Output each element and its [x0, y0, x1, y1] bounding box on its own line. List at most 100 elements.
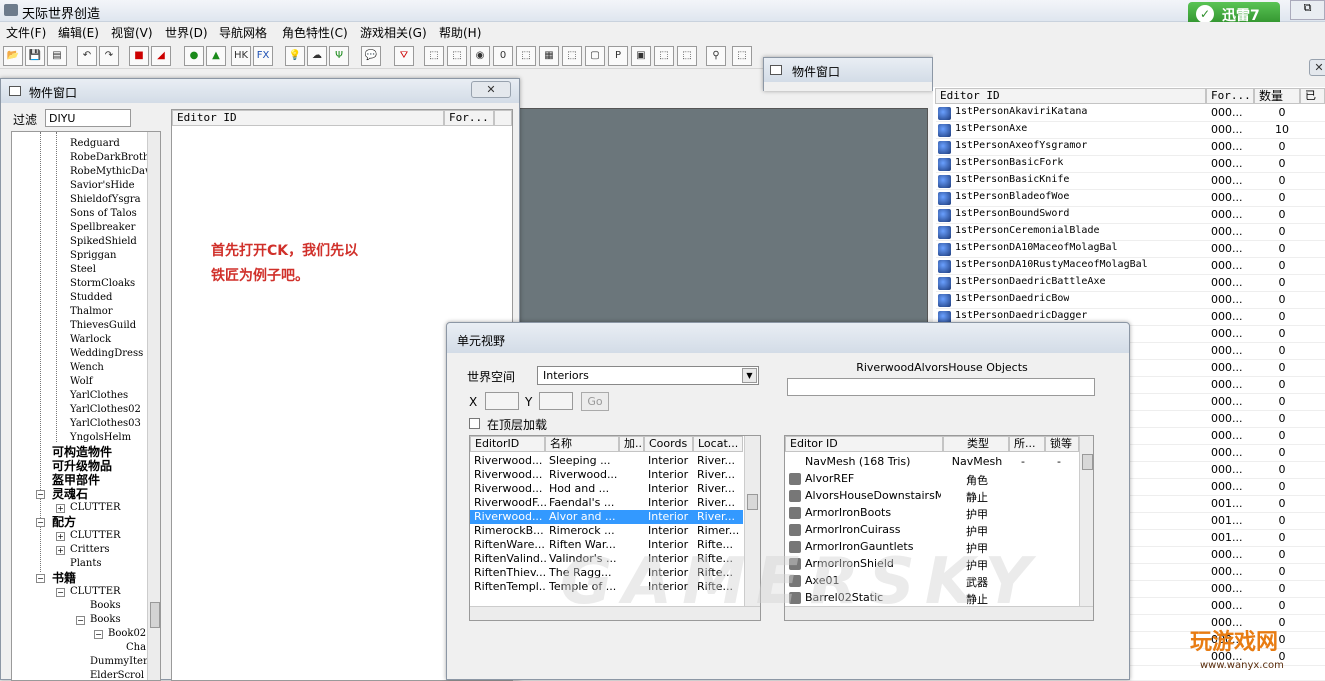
- tree-scrollbar[interactable]: [147, 132, 160, 680]
- menu-edit[interactable]: 编辑(E): [58, 24, 99, 41]
- cell-object-row[interactable]: AlvorsHouseDownstairsMa... 静止: [785, 488, 1075, 505]
- tree-item[interactable]: Spriggan: [70, 249, 116, 263]
- tree-category[interactable]: 配方: [52, 515, 76, 529]
- object-row[interactable]: 1stPersonBasicKnife 000... 0: [936, 173, 1325, 190]
- tree-item[interactable]: Spellbreaker: [70, 221, 135, 235]
- object-row[interactable]: 1stPersonCeremonialBlade 000... 0: [936, 224, 1325, 241]
- column-count[interactable]: 数量: [1254, 88, 1300, 104]
- objects-filter-input[interactable]: [787, 378, 1095, 396]
- box-icon-8[interactable]: ⬚: [677, 46, 697, 66]
- collapse-icon[interactable]: −: [36, 518, 45, 527]
- column-editorid[interactable]: EditorID: [470, 436, 545, 452]
- tree-item[interactable]: Redguard: [70, 137, 120, 151]
- cell-row[interactable]: Riverwood... Hod and ... Interior River...: [470, 482, 743, 496]
- go-button[interactable]: Go: [581, 392, 609, 411]
- box-icon-4[interactable]: ⬚: [562, 46, 582, 66]
- chevron-down-icon[interactable]: ▼: [742, 368, 757, 383]
- cell-row[interactable]: RimerockB... Rimerock ... Interior Rimer...: [470, 524, 743, 538]
- category-tree[interactable]: Redguard RobeDarkBroth RobeMythicDaw Sav…: [11, 131, 161, 681]
- cell-object-row[interactable]: AlvorREF 角色: [785, 471, 1075, 488]
- grass-icon[interactable]: Ψ: [329, 46, 349, 66]
- scroll-thumb[interactable]: [1082, 454, 1093, 470]
- terrain-icon[interactable]: ◢: [151, 46, 171, 66]
- column-more[interactable]: [494, 110, 512, 126]
- fx-icon[interactable]: FX: [253, 46, 273, 66]
- marker-icon[interactable]: ⚲: [706, 46, 726, 66]
- box-icon-2[interactable]: ⬚: [447, 46, 467, 66]
- object-row[interactable]: 1stPersonBasicFork 000... 0: [936, 156, 1325, 173]
- tree-category[interactable]: 盔甲部件: [52, 473, 100, 487]
- cell-row-selected[interactable]: Riverwood... Alvor and ... Interior River..…: [470, 510, 743, 524]
- speech-icon[interactable]: 💬: [361, 46, 381, 66]
- collapse-icon[interactable]: −: [36, 574, 45, 583]
- tree-item[interactable]: RobeMythicDaw: [70, 165, 154, 179]
- menu-navmesh[interactable]: 导航网格: [219, 24, 267, 41]
- close-button[interactable]: ✕: [1309, 59, 1325, 76]
- collapse-icon[interactable]: −: [36, 490, 45, 499]
- worldspace-select[interactable]: Interiors ▼: [537, 366, 759, 385]
- cell-object-row[interactable]: ArmorIronCuirass 护甲: [785, 522, 1075, 539]
- tree-item[interactable]: Cha: [126, 641, 146, 655]
- filter-input[interactable]: [45, 109, 131, 127]
- column-formid[interactable]: For...: [1206, 88, 1254, 104]
- tree-item[interactable]: Book02: [108, 627, 146, 641]
- sky-icon[interactable]: ☁: [307, 46, 327, 66]
- y-coordinate-input[interactable]: [539, 392, 573, 410]
- menu-gameplay[interactable]: 游戏相关(G): [360, 24, 427, 41]
- column-location[interactable]: Locat...: [693, 436, 743, 452]
- close-button[interactable]: ✕: [471, 81, 511, 98]
- tree-item[interactable]: YarlClothes03: [70, 417, 141, 431]
- p-icon[interactable]: P: [608, 46, 628, 66]
- tree-item[interactable]: Books: [90, 613, 121, 627]
- tree-item[interactable]: Savior'sHide: [70, 179, 135, 193]
- save-icon[interactable]: 💾: [25, 46, 45, 66]
- redo-icon[interactable]: ↷: [99, 46, 119, 66]
- tree-item[interactable]: RobeDarkBroth: [70, 151, 149, 165]
- box-icon-5[interactable]: ▢: [585, 46, 605, 66]
- menu-character[interactable]: 角色特性(C): [282, 24, 348, 41]
- object-list-scrollbar[interactable]: [1079, 436, 1093, 606]
- object-row[interactable]: 1stPersonBladeofWoe 000... 0: [936, 190, 1325, 207]
- box-icon-9[interactable]: ⬚: [732, 46, 752, 66]
- havok-icon[interactable]: HK: [231, 46, 251, 66]
- undo-icon[interactable]: ↶: [77, 46, 97, 66]
- tree-item[interactable]: Thalmor: [70, 305, 113, 319]
- object-row[interactable]: 1stPersonBoundSword 000... 0: [936, 207, 1325, 224]
- tree-category[interactable]: 可升级物品: [52, 459, 112, 473]
- tree-category[interactable]: 可构造物件: [52, 445, 112, 459]
- column-loaded[interactable]: 加...: [619, 436, 644, 452]
- cell-row[interactable]: RiverwoodF... Faendal's ... Interior River.…: [470, 496, 743, 510]
- grid-icon[interactable]: ▦: [539, 46, 559, 66]
- tree-item[interactable]: YarlClothes: [70, 389, 128, 403]
- tree-category[interactable]: 书籍: [52, 571, 76, 585]
- column-owner[interactable]: 所...: [1009, 436, 1045, 452]
- tree-item[interactable]: WeddingDress: [70, 347, 143, 361]
- navmesh-icon[interactable]: ⛛: [394, 46, 414, 66]
- scroll-thumb[interactable]: [150, 602, 160, 628]
- box-icon-7[interactable]: ⬚: [654, 46, 674, 66]
- tree-item[interactable]: Warlock: [70, 333, 111, 347]
- object-row[interactable]: 1stPersonAxe 000... 10: [936, 122, 1325, 139]
- object-row[interactable]: 1stPersonDA10RustyMaceofMolagBal 000... 0: [936, 258, 1325, 275]
- tree-item[interactable]: Books: [90, 599, 121, 613]
- preferences-icon[interactable]: ▤: [47, 46, 67, 66]
- object-row[interactable]: 1stPersonAkaviriKatana 000... 0: [936, 105, 1325, 122]
- column-lock[interactable]: 锁等: [1045, 436, 1079, 452]
- column-name[interactable]: 名称: [545, 436, 619, 452]
- tree-item[interactable]: YarlClothes02: [70, 403, 141, 417]
- cell-row[interactable]: Riverwood... Sleeping ... Interior River...: [470, 454, 743, 468]
- tree-item[interactable]: Wolf: [70, 375, 93, 389]
- tree-item[interactable]: CLUTTER: [70, 501, 121, 515]
- tree-item[interactable]: CLUTTER: [70, 529, 121, 543]
- tree-item[interactable]: Steel: [70, 263, 96, 277]
- render-icon[interactable]: ■: [129, 46, 149, 66]
- cell-object-row[interactable]: NavMesh (168 Tris) NavMesh - -: [785, 454, 1075, 471]
- tree-item[interactable]: Critters: [70, 543, 110, 557]
- menu-help[interactable]: 帮助(H): [439, 24, 481, 41]
- column-editor-id[interactable]: Editor ID: [172, 110, 444, 126]
- tree-item[interactable]: CLUTTER: [70, 585, 121, 599]
- tree-item[interactable]: SpikedShield: [70, 235, 137, 249]
- menu-file[interactable]: 文件(F): [6, 24, 46, 41]
- load-top-checkbox[interactable]: [469, 418, 480, 429]
- cell-object-row[interactable]: ArmorIronBoots 护甲: [785, 505, 1075, 522]
